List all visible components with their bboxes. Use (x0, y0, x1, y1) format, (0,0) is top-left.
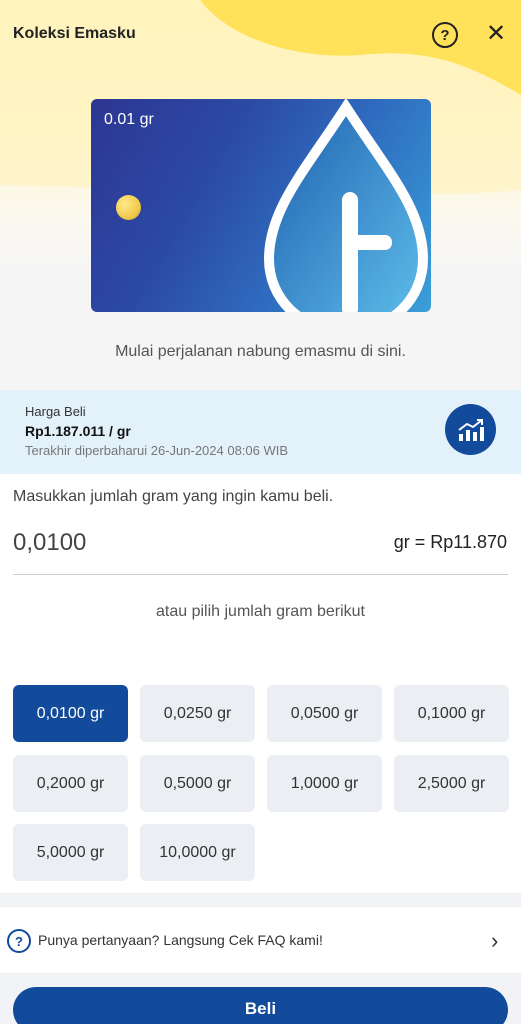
rupiah-conversion: gr = Rp11.870 (393, 532, 507, 552)
buy-button[interactable]: Beli (13, 987, 508, 1024)
tagline: Mulai perjalanan nabung emasmu di sini. (115, 343, 406, 360)
gram-option-0-0100[interactable]: 0,0100 gr (13, 685, 128, 742)
gram-option-0-5000[interactable]: 0,5000 gr (140, 755, 255, 812)
gram-option-0-1000[interactable]: 0,1000 gr (394, 685, 509, 742)
gram-option-5-0000[interactable]: 5,0000 gr (13, 824, 128, 881)
faq-link-row[interactable]: ? Punya pertanyaan? Langsung Cek FAQ kam… (0, 907, 521, 973)
drop-logo-icon (263, 99, 429, 312)
question-icon: ? (7, 929, 31, 953)
chevron-right-icon: › (491, 928, 499, 953)
help-icon[interactable]: ? (432, 22, 458, 48)
input-underline (13, 574, 508, 575)
price-chart-button[interactable] (445, 404, 496, 455)
gram-option-10-0000[interactable]: 10,0000 gr (140, 824, 255, 881)
close-icon[interactable]: ✕ (484, 22, 508, 46)
gold-card: 0.01 gr (91, 99, 431, 312)
faq-text: Punya pertanyaan? Langsung Cek FAQ kami! (38, 932, 323, 948)
gram-amount-input[interactable] (13, 527, 313, 559)
gold-coin-icon (116, 195, 141, 220)
price-updated-time: Terakhir diperbaharui 26-Jun-2024 08:06 … (25, 443, 289, 458)
gram-option-2-5000[interactable]: 2,5000 gr (394, 755, 509, 812)
price-label: Harga Beli (25, 404, 86, 419)
amount-prompt: Masukkan jumlah gram yang ingin kamu bel… (13, 488, 334, 505)
gram-option-0-0250[interactable]: 0,0250 gr (140, 685, 255, 742)
options-heading: atau pilih jumlah gram berikut (156, 603, 365, 620)
buy-price-panel: Harga Beli Rp1.187.011 / gr Terakhir dip… (0, 390, 521, 474)
gram-option-0-2000[interactable]: 0,2000 gr (13, 755, 128, 812)
page-title: Koleksi Emasku (13, 25, 136, 42)
gram-option-0-0500[interactable]: 0,0500 gr (267, 685, 382, 742)
gram-option-1-0000[interactable]: 1,0000 gr (267, 755, 382, 812)
price-value: Rp1.187.011 / gr (25, 423, 131, 439)
section-divider (0, 893, 521, 907)
app-header: Koleksi Emasku ? ✕ (0, 0, 521, 72)
card-weight: 0.01 gr (104, 111, 154, 128)
trending-up-chart-icon (457, 418, 484, 441)
